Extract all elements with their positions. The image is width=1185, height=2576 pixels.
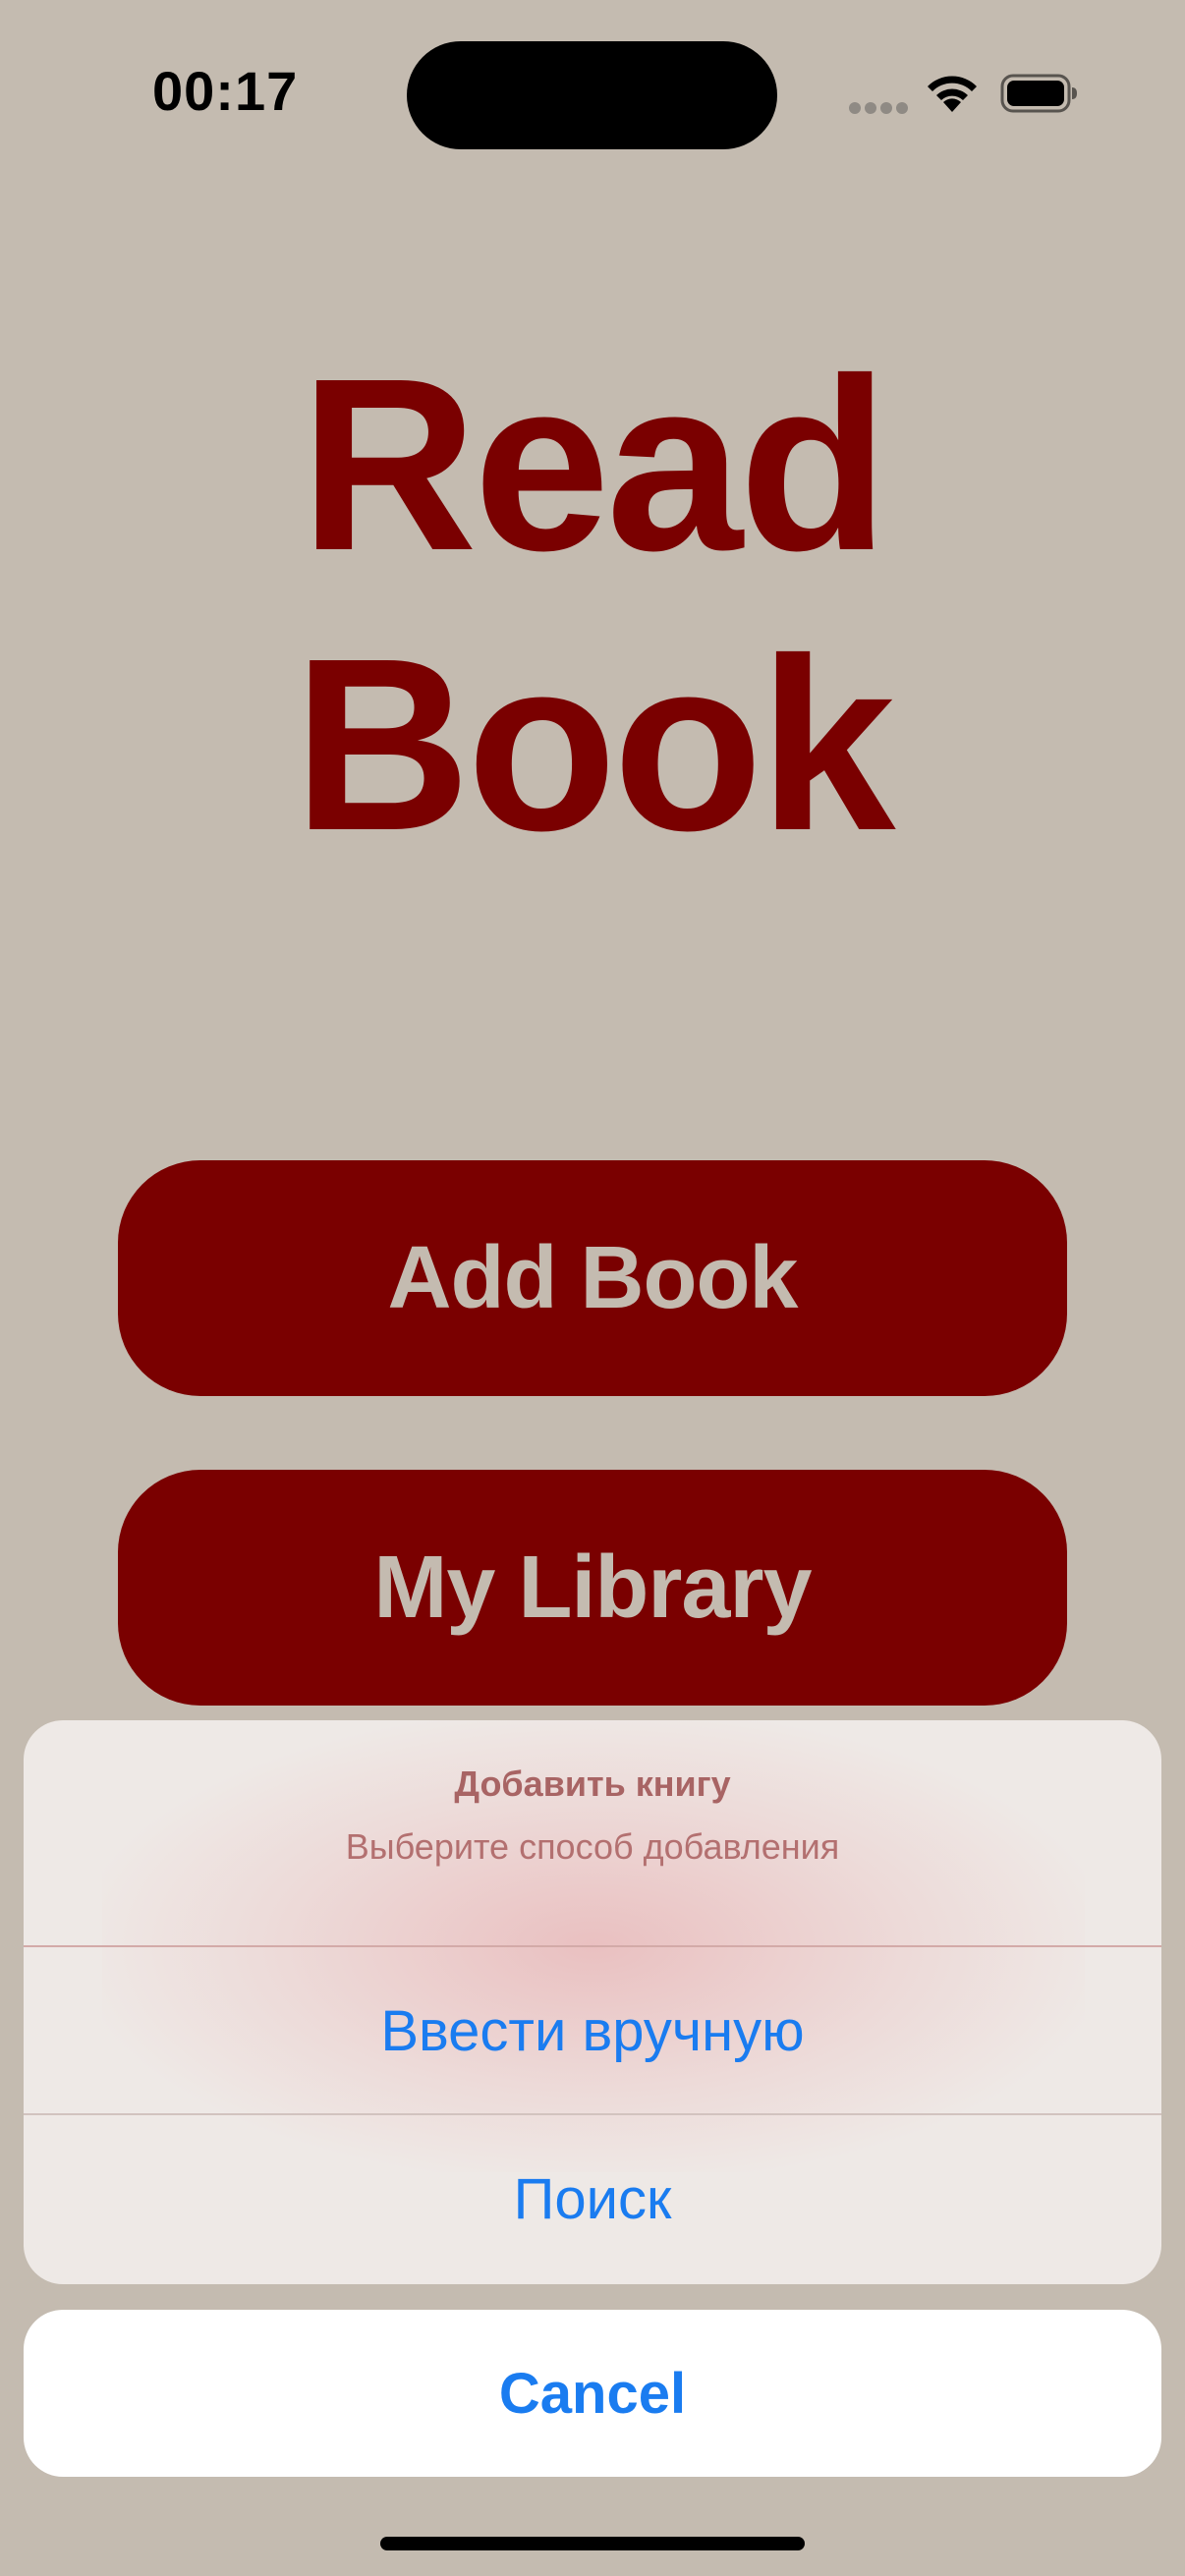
enter-manually-button[interactable]: Ввести вручную	[24, 1947, 1161, 2114]
app-title: Read Book	[0, 324, 1185, 884]
action-sheet-subtitle: Выберите способ добавления	[345, 1826, 840, 1867]
cancel-button[interactable]: Cancel	[24, 2310, 1161, 2477]
signal-icon	[849, 102, 910, 116]
app-title-line-1: Read	[300, 327, 888, 601]
app-title-line-2: Book	[293, 607, 896, 881]
status-bar: 00:17	[0, 0, 1185, 187]
my-library-button[interactable]: My Library	[118, 1470, 1067, 1706]
status-time: 00:17	[152, 60, 299, 122]
action-sheet-title: Добавить книгу	[454, 1764, 731, 1804]
action-sheet-header: Добавить книгу Выберите способ добавлени…	[24, 1720, 1161, 1946]
home-indicator[interactable]	[380, 2537, 805, 2550]
dynamic-island	[407, 41, 777, 149]
action-sheet: Добавить книгу Выберите способ добавлени…	[24, 1720, 1161, 2284]
wifi-icon	[928, 76, 977, 112]
search-button[interactable]: Поиск	[24, 2115, 1161, 2282]
battery-icon	[1000, 74, 1077, 113]
add-book-button[interactable]: Add Book	[118, 1160, 1067, 1396]
